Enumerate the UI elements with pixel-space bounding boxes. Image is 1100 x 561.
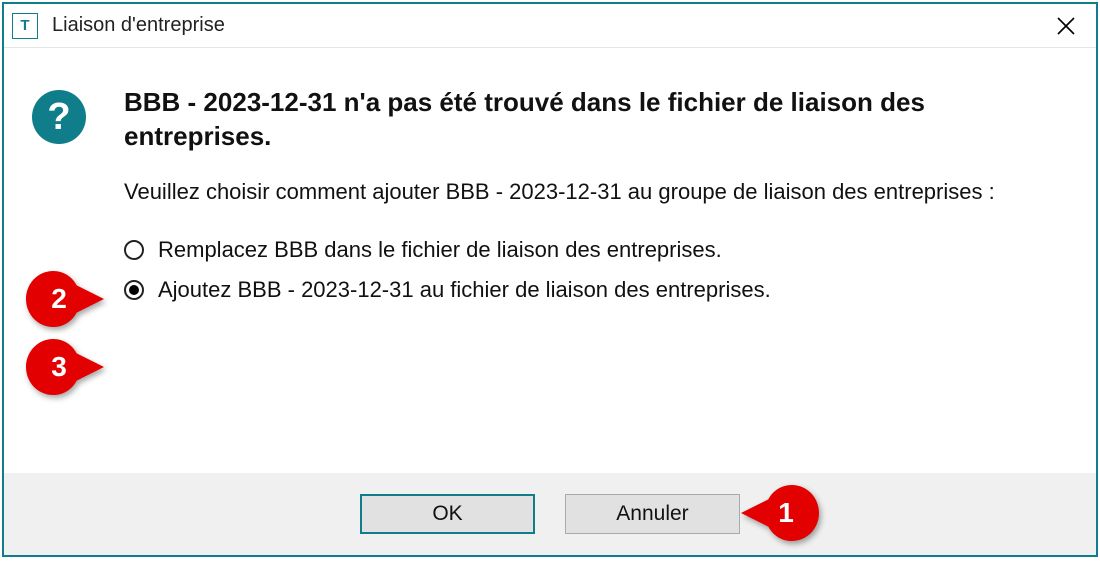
dialog-heading: BBB - 2023-12-31 n'a pas été trouvé dans… bbox=[124, 86, 1024, 154]
dialog-content: ? BBB - 2023-12-31 n'a pas été trouvé da… bbox=[4, 48, 1096, 473]
app-icon: T bbox=[12, 13, 38, 39]
question-icon: ? bbox=[32, 90, 86, 144]
radio-replace[interactable] bbox=[124, 240, 144, 260]
app-icon-letter: T bbox=[20, 17, 29, 34]
close-icon bbox=[1056, 16, 1076, 36]
cancel-button[interactable]: Annuler bbox=[565, 494, 740, 534]
dialog-body: BBB - 2023-12-31 n'a pas été trouvé dans… bbox=[124, 86, 1066, 463]
option-add[interactable]: Ajoutez BBB - 2023-12-31 au fichier de l… bbox=[124, 277, 1066, 303]
window-title: Liaison d'entreprise bbox=[52, 14, 225, 37]
close-button[interactable] bbox=[1036, 4, 1096, 48]
option-add-label: Ajoutez BBB - 2023-12-31 au fichier de l… bbox=[158, 277, 771, 303]
option-replace-label: Remplacez BBB dans le fichier de liaison… bbox=[158, 237, 722, 263]
radio-add[interactable] bbox=[124, 280, 144, 300]
dialog-window: T Liaison d'entreprise ? BBB - 2023-12-3… bbox=[2, 2, 1098, 557]
dialog-subtext: Veuillez choisir comment ajouter BBB - 2… bbox=[124, 176, 1024, 208]
option-replace[interactable]: Remplacez BBB dans le fichier de liaison… bbox=[124, 237, 1066, 263]
titlebar: T Liaison d'entreprise bbox=[4, 4, 1096, 48]
ok-button[interactable]: OK bbox=[360, 494, 535, 534]
dialog-footer: OK Annuler bbox=[4, 473, 1096, 555]
